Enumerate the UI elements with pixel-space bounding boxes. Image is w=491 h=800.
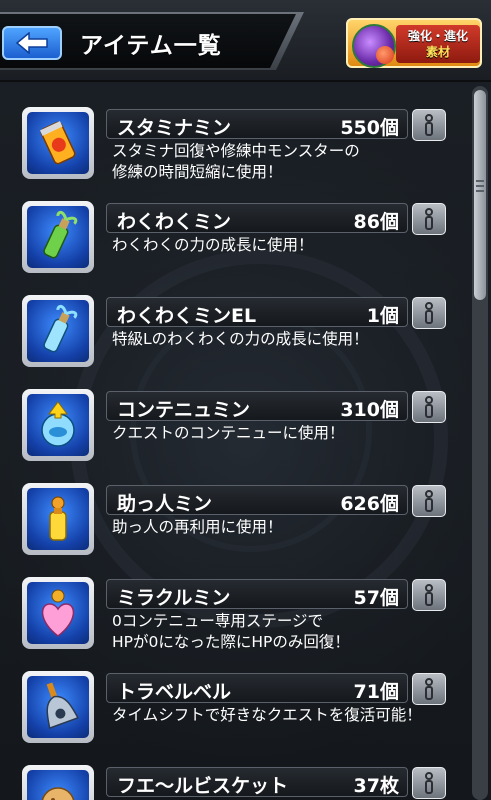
item-description: 特級Lのわくわくの力の成長に使用！ <box>112 330 369 348</box>
list-item[interactable]: スタミナミン 550個 スタミナ回復や修練中モンスターの 修練の時間短縮に使用！ <box>0 82 468 181</box>
page-title: アイテム一覧 <box>80 33 222 59</box>
blue-bottle-icon <box>27 300 89 362</box>
continue-orb-icon <box>27 394 89 456</box>
header: アイテム一覧 強化・進化 素材 <box>0 0 491 82</box>
info-icon <box>425 772 433 794</box>
item-name: わくわくミン <box>117 211 232 233</box>
list-item[interactable]: ミラクルミン 57個 0コンテニュー専用ステージで HPが0になった際にHPのみ… <box>0 552 468 651</box>
item-count: 1個 <box>366 305 399 327</box>
item-count: 57個 <box>353 587 399 609</box>
list-item[interactable]: コンテニュミン 310個 クエストのコンテニューに使用！ <box>0 364 468 461</box>
item-count: 86個 <box>353 211 399 233</box>
pink-heart-icon <box>27 582 89 644</box>
stamina-can-icon <box>27 112 89 174</box>
evolution-button-sublabel: 素材 <box>425 45 450 59</box>
item-count: 71個 <box>353 681 399 703</box>
item-name: フエ～ルビスケット <box>117 775 289 797</box>
item-count: 37枚 <box>353 775 399 797</box>
info-button[interactable] <box>412 673 446 705</box>
item-list[interactable]: スタミナミン 550個 スタミナ回復や修練中モンスターの 修練の時間短縮に使用！ <box>0 82 468 800</box>
list-item[interactable]: わくわくミン 86個 わくわくの力の成長に使用！ <box>0 176 468 273</box>
info-icon <box>425 208 433 230</box>
bell-icon <box>27 676 89 738</box>
info-button[interactable] <box>412 767 446 799</box>
item-count: 626個 <box>340 493 399 515</box>
info-button[interactable] <box>412 391 446 423</box>
back-button[interactable] <box>2 26 62 60</box>
item-description: 助っ人の再利用に使用！ <box>112 518 283 536</box>
item-count: 310個 <box>340 399 399 421</box>
yellow-vial-icon <box>27 488 89 550</box>
item-description: タイムシフトで好きなクエストを復活可能！ <box>112 706 422 724</box>
green-bottle-icon <box>27 206 89 268</box>
info-icon <box>425 396 433 418</box>
item-count: 550個 <box>340 117 399 139</box>
evolution-button-label: 強化・進化 <box>407 29 468 43</box>
scrollbar-grip-icon <box>476 180 484 182</box>
item-name: わくわくミンEL <box>117 305 257 327</box>
item-name: トラベルベル <box>117 681 232 703</box>
info-button[interactable] <box>412 203 446 235</box>
info-icon <box>425 678 433 700</box>
info-button[interactable] <box>412 297 446 329</box>
info-icon <box>425 302 433 324</box>
item-name: スタミナミン <box>117 117 232 139</box>
info-icon <box>425 584 433 606</box>
list-item[interactable]: トラベルベル 71個 タイムシフトで好きなクエストを復活可能！ <box>0 646 468 743</box>
list-item[interactable]: 助っ人ミン 626個 助っ人の再利用に使用！ <box>0 458 468 555</box>
item-name: ミラクルミン <box>117 587 231 609</box>
scrollbar-thumb[interactable] <box>474 90 486 300</box>
evolution-material-button[interactable]: 強化・進化 素材 <box>346 18 482 68</box>
item-name: 助っ人ミン <box>117 493 213 515</box>
info-button[interactable] <box>412 485 446 517</box>
list-item[interactable]: わくわくミンEL 1個 特級Lのわくわくの力の成長に使用！ <box>0 270 468 367</box>
info-button[interactable] <box>412 579 446 611</box>
item-description: わくわくの力の成長に使用！ <box>112 236 314 254</box>
biscuit-icon <box>27 770 89 800</box>
info-icon <box>425 490 433 512</box>
evolution-fire-icon <box>376 46 394 64</box>
list-item[interactable]: フエ～ルビスケット 37枚 <box>0 740 468 800</box>
item-description: クエストのコンテニューに使用！ <box>112 424 345 442</box>
back-arrow-icon <box>15 32 48 54</box>
item-name: コンテニュミン <box>117 399 251 421</box>
info-icon <box>425 114 433 136</box>
info-button[interactable] <box>412 109 446 141</box>
